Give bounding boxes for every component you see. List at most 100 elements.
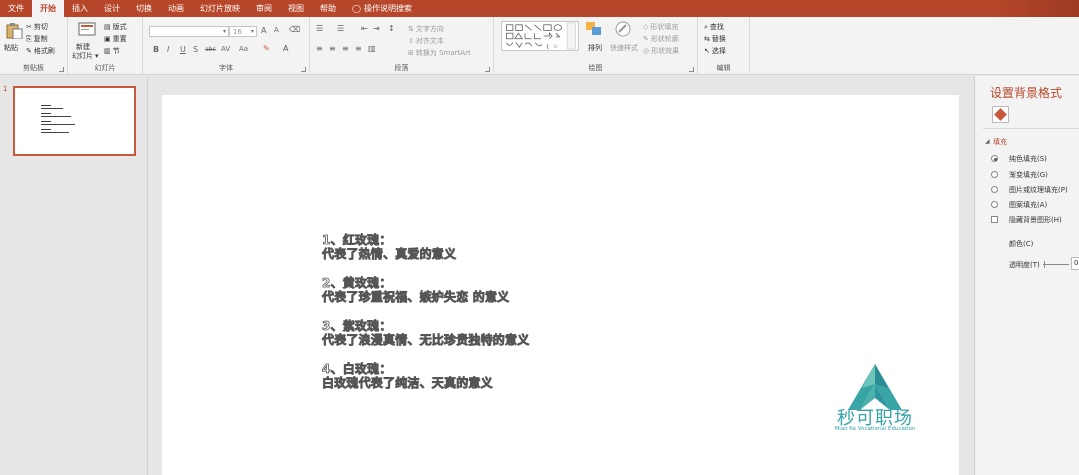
picture-fill-label: 图片或纹理填充(P) (1009, 186, 1068, 194)
quick-styles-button[interactable]: 快速样式 (610, 43, 638, 53)
justify-icon[interactable]: ≡ (355, 44, 362, 53)
text-direction-button[interactable]: ⇅ 文字方向 (408, 24, 444, 34)
fill-section-header[interactable]: 填充 (993, 137, 1007, 147)
slide-thumbnail-pane: 1 (0, 76, 148, 475)
align-right-icon[interactable]: ≡ (342, 44, 349, 53)
shape-effects-button[interactable]: ◎ 形状效果 (643, 46, 679, 56)
divider (983, 128, 1079, 129)
format-painter-label: 格式刷 (33, 47, 55, 55)
new-slide-icon (78, 22, 96, 36)
clipboard-launcher-icon[interactable] (59, 67, 64, 72)
font-size-combo[interactable]: 16 ▾ (229, 26, 257, 37)
new-slide-dropdown[interactable]: 幻灯片 ▾ (72, 51, 99, 61)
slides-group-label: 幻灯片 (94, 64, 116, 72)
copy-button[interactable]: ⎘ 复制 (26, 34, 48, 44)
slides-group: 新建 幻灯片 ▾ ▤ 版式 ▣ 重置 ▥ 节 幻灯片 (68, 17, 143, 75)
underline-button[interactable]: U (180, 45, 186, 54)
slide-text-line: 4、白玫瑰： (322, 362, 392, 377)
editing-group: ⌕ 查找 ⇆ 替换 ↖ 选择 编辑 (698, 17, 750, 75)
replace-label: 替换 (711, 35, 726, 43)
indent-icon[interactable]: ⇤ (361, 24, 368, 33)
tab-review[interactable]: 审阅 (248, 0, 280, 17)
svg-text:{: { (546, 44, 550, 50)
smartart-button[interactable]: ⊞ 转换为 SmartArt (408, 48, 471, 58)
align-center-icon[interactable]: ≡ (329, 44, 336, 53)
clear-format-icon[interactable]: ⌫ (289, 25, 300, 34)
paste-icon (6, 23, 23, 39)
bullets-icon[interactable]: ☰ (316, 24, 323, 33)
columns-icon[interactable]: ▥ (368, 44, 376, 53)
italic-button[interactable]: I (167, 45, 169, 54)
tab-help[interactable]: 帮助 (312, 0, 344, 17)
cut-button[interactable]: ✂ 剪切 (26, 22, 48, 32)
slide[interactable]: 1、红玫瑰： 代表了热情、真爱的意义 2、黄玫瑰： 代表了珍重祝福、嫉妒失恋 的… (162, 95, 959, 475)
line-spacing-icon[interactable]: ↕ (388, 24, 395, 33)
paragraph-group-label: 段落 (394, 64, 409, 72)
brush-icon: ✎ (26, 47, 32, 55)
outdent-icon[interactable]: ⇥ (373, 24, 380, 33)
tab-transitions[interactable]: 切换 (128, 0, 160, 17)
numbering-icon[interactable]: ☰ (337, 24, 344, 33)
font-launcher-icon[interactable] (301, 67, 306, 72)
thumb-text-line (41, 124, 75, 125)
hide-background-checkbox[interactable] (991, 216, 998, 223)
align-text-button[interactable]: ⇳ 对齐文本 (408, 36, 444, 46)
tell-me-search[interactable]: ◯ 操作说明搜索 (344, 0, 420, 17)
transparency-input[interactable]: 0 (1071, 257, 1079, 270)
tab-insert[interactable]: 插入 (64, 0, 96, 17)
effects-icon: ◎ (643, 47, 650, 55)
chevron-down-icon: ▾ (95, 52, 99, 60)
search-icon: ⌕ (704, 22, 708, 31)
replace-button[interactable]: ⇆ 替换 (704, 34, 726, 44)
clipboard-group: 粘贴 ✂ 剪切 ⎘ 复制 ✎ 格式刷 剪贴板 (0, 17, 68, 75)
pattern-fill-radio[interactable] (991, 201, 998, 208)
logo-subtitle: Miao Ke Vocational Education (834, 426, 916, 432)
drawing-launcher-icon[interactable] (689, 67, 694, 72)
gradient-fill-radio[interactable] (991, 171, 998, 178)
bold-button[interactable]: B (153, 45, 159, 54)
collapse-arrow-icon[interactable]: ◢ (985, 138, 990, 145)
paragraph-launcher-icon[interactable] (485, 67, 490, 72)
grow-font-button[interactable]: A (261, 26, 266, 35)
tab-view[interactable]: 视图 (280, 0, 312, 17)
section-button[interactable]: ▥ 节 (104, 46, 120, 56)
find-button[interactable]: ⌕ 查找 (704, 22, 724, 32)
slide-thumbnail[interactable] (13, 86, 136, 156)
shadow-button[interactable]: S (193, 45, 198, 54)
copy-icon: ⎘ (26, 34, 32, 43)
thumb-text-line (41, 129, 51, 130)
cursor-icon: ↖ (704, 47, 710, 55)
select-button[interactable]: ↖ 选择 (704, 46, 726, 56)
reset-label: 重置 (112, 35, 127, 43)
transparency-slider[interactable] (1043, 264, 1069, 265)
shape-fill-button[interactable]: ◇ 形状填充 (643, 22, 678, 32)
font-name-combo[interactable]: ▾ (149, 26, 229, 37)
reset-icon: ▣ (104, 35, 111, 43)
tab-slideshow[interactable]: 幻灯片放映 (192, 0, 248, 17)
shapes-gallery[interactable]: {☆ (501, 21, 579, 51)
align-left-icon[interactable]: ≡ (316, 44, 323, 53)
paste-button[interactable]: 粘贴 (4, 43, 18, 53)
fill-tab-icon[interactable] (992, 106, 1009, 123)
reset-button[interactable]: ▣ 重置 (104, 34, 127, 44)
solid-fill-radio[interactable] (991, 155, 998, 162)
char-spacing-button[interactable]: AV (221, 45, 230, 53)
format-painter-button[interactable]: ✎ 格式刷 (26, 46, 55, 56)
editing-group-label: 编辑 (716, 64, 731, 72)
quick-styles-icon (615, 21, 631, 37)
strikethrough-button[interactable]: abc (205, 46, 216, 53)
change-case-button[interactable]: Aa (239, 45, 248, 53)
slide-text-box[interactable]: 1、红玫瑰： 代表了热情、真爱的意义 2、黄玫瑰： 代表了珍重祝福、嫉妒失恋 的… (322, 233, 530, 391)
highlight-icon[interactable]: ✎ (263, 44, 270, 53)
tab-home[interactable]: 开始 (32, 0, 64, 17)
picture-fill-radio[interactable] (991, 186, 998, 193)
shrink-font-button[interactable]: A (274, 26, 279, 34)
tab-file[interactable]: 文件 (0, 0, 32, 17)
shape-outline-button[interactable]: ✎ 形状轮廓 (643, 34, 679, 44)
tab-animations[interactable]: 动画 (160, 0, 192, 17)
arrange-button[interactable]: 排列 (588, 43, 602, 53)
tab-design[interactable]: 设计 (96, 0, 128, 17)
thumb-text-line (41, 132, 69, 133)
layout-button[interactable]: ▤ 版式 (104, 22, 127, 32)
font-color-icon[interactable]: A (283, 44, 288, 53)
